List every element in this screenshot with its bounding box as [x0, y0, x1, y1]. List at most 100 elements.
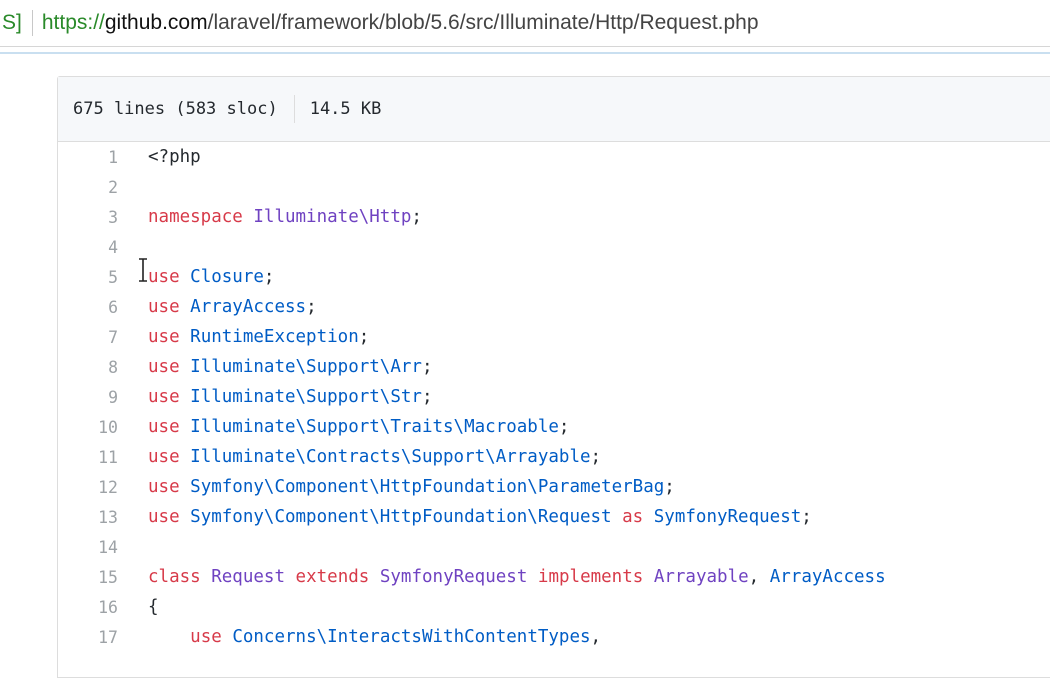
code-line: 5 use Closure; [58, 262, 1050, 292]
line-number[interactable]: 17 [58, 628, 118, 647]
line-number[interactable]: 7 [58, 328, 118, 347]
code-token: Closure [190, 267, 264, 287]
code-token: ; [590, 447, 602, 467]
code-token: use [148, 297, 180, 317]
code-token: use [190, 627, 222, 647]
line-number[interactable]: 5 [58, 268, 118, 287]
line-number[interactable]: 14 [58, 538, 118, 557]
code-token: use [148, 507, 180, 527]
code-token: Request [211, 567, 285, 587]
url-path: /laravel/framework/blob/5.6/src/Illumina… [207, 11, 759, 34]
file-line-count: 675 lines (583 sloc) [73, 99, 278, 119]
code-token: , [748, 567, 770, 587]
code-token: Illuminate\Http [253, 207, 412, 227]
code-line: 15 class Request extends SymfonyRequest i… [58, 562, 1050, 592]
code-token: ; [263, 267, 275, 287]
line-number[interactable]: 12 [58, 478, 118, 497]
code-line-content: namespace Illuminate\Http; [118, 207, 422, 227]
code-token: Illuminate\Support\Traits\Macroable [190, 417, 559, 437]
code-line-content: use RuntimeException; [118, 327, 369, 347]
code-token: use [148, 417, 180, 437]
code-token: Illuminate\Contracts\Support\Arrayable [190, 447, 591, 467]
line-number[interactable]: 2 [58, 178, 118, 197]
code-token: Symfony\Component\HttpFoundation\Paramet… [190, 477, 665, 497]
file-header-divider [293, 95, 295, 123]
code-line: 8 use Illuminate\Support\Arr; [58, 352, 1050, 382]
line-number[interactable]: 16 [58, 598, 118, 617]
address-bar-prefix: S] [2, 11, 22, 34]
code-line: 12 use Symfony\Component\HttpFoundation\P… [58, 472, 1050, 502]
url-text[interactable]: https://github.com/laravel/framework/blo… [42, 11, 759, 35]
line-number[interactable]: 10 [58, 418, 118, 437]
code-token: as [622, 507, 644, 527]
line-number[interactable]: 6 [58, 298, 118, 317]
code-line-content: use Illuminate\Support\Str; [118, 387, 433, 407]
code-line: 9 use Illuminate\Support\Str; [58, 382, 1050, 412]
code-token: ; [664, 477, 675, 497]
file-viewer: 675 lines (583 sloc) 14.5 KB 1 <?php 2 3 nam… [57, 76, 1050, 678]
line-number[interactable]: 15 [58, 568, 118, 587]
line-number[interactable]: 9 [58, 388, 118, 407]
code-token: use [148, 387, 180, 407]
line-number[interactable]: 3 [58, 208, 118, 227]
code-token: ArrayAccess [769, 567, 886, 587]
line-number[interactable]: 13 [58, 508, 118, 527]
code-token: { [148, 597, 159, 617]
code-token: Symfony\Component\HttpFoundation\Request [190, 507, 612, 527]
url-scheme: https:// [41, 11, 105, 34]
code-token: ; [411, 207, 422, 227]
code-listing[interactable]: 1 <?php 2 3 namespace Illuminate\Http; 4 5 use … [58, 142, 1050, 652]
code-line-content: use Symfony\Component\HttpFoundation\Par… [118, 477, 675, 497]
code-line: 4 [58, 232, 1050, 262]
file-header: 675 lines (583 sloc) 14.5 KB [58, 77, 1050, 142]
line-number[interactable]: 4 [58, 238, 118, 257]
code-line-content: use Illuminate\Support\Traits\Macroable; [118, 417, 569, 437]
code-token: ; [306, 297, 317, 317]
code-line: 7 use RuntimeException; [58, 322, 1050, 352]
code-token: SymfonyRequest [379, 567, 528, 587]
code-line-content: use Symfony\Component\HttpFoundation\Req… [118, 507, 812, 527]
code-token: SymfonyRequest [653, 507, 802, 527]
code-line-content: <?php [118, 147, 201, 167]
code-line-content: class Request extends SymfonyRequest imp… [118, 567, 886, 587]
code-token: use [148, 357, 180, 377]
address-bar[interactable]: S] https://github.com/laravel/framework/… [0, 0, 1050, 47]
code-line: 11 use Illuminate\Contracts\Support\Array… [58, 442, 1050, 472]
code-token: ArrayAccess [190, 297, 307, 317]
code-line-content: use Concerns\InteractsWithContentTypes, [118, 627, 601, 647]
line-number[interactable]: 8 [58, 358, 118, 377]
code-line: 6 use ArrayAccess; [58, 292, 1050, 322]
url-host: github.com [104, 11, 208, 34]
code-token: namespace [148, 207, 243, 227]
code-line: 17 use Concerns\InteractsWithContentType… [58, 622, 1050, 652]
code-token: use [148, 477, 180, 497]
code-line-content: use Illuminate\Support\Arr; [118, 357, 433, 377]
code-token: , [590, 627, 602, 647]
code-token: implements [537, 567, 644, 587]
code-token: Concerns\InteractsWithContentTypes [232, 627, 591, 647]
code-line-content: use Illuminate\Contracts\Support\Arrayab… [118, 447, 601, 467]
line-number[interactable]: 11 [58, 448, 118, 467]
code-token: ; [358, 327, 370, 347]
code-token: use [148, 327, 180, 347]
line-number[interactable]: 1 [58, 148, 118, 167]
code-token: Illuminate\Support\Str [190, 387, 422, 407]
code-line-content: use ArrayAccess; [118, 297, 317, 317]
code-line: 10 use Illuminate\Support\Traits\Macroabl… [58, 412, 1050, 442]
code-token: use [148, 447, 180, 467]
